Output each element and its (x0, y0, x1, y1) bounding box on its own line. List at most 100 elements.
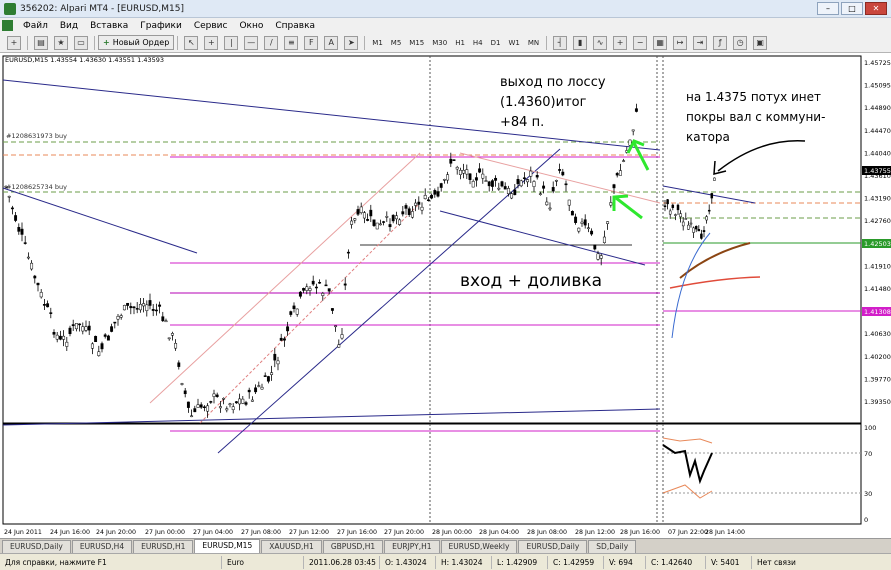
candle-body (222, 398, 226, 400)
periods-icon[interactable]: ◷ (733, 35, 748, 50)
oscillator-frame (2, 423, 862, 525)
candle-body (65, 341, 69, 347)
candle-body (238, 398, 242, 405)
toolbar-separator (27, 35, 28, 50)
tab-eurusd-weekly[interactable]: EURUSD,Weekly (440, 540, 518, 553)
templates-icon[interactable]: ▣ (753, 35, 768, 50)
close-button[interactable]: ✕ (865, 2, 887, 15)
candle-body (538, 193, 542, 195)
crosshair-icon[interactable]: ↖ (184, 35, 199, 50)
horizontal-line-icon[interactable]: — (244, 35, 259, 50)
terminal-icon[interactable]: ▭ (74, 35, 88, 50)
chart-shift-icon[interactable]: ⇥ (693, 35, 708, 50)
candle-body (279, 337, 283, 341)
menu-file[interactable]: Файл (17, 21, 54, 31)
tab-sd-daily[interactable]: SD,Daily (588, 540, 637, 553)
bar-chart-icon[interactable]: ┤ (553, 35, 568, 50)
autoscroll-icon[interactable]: ↦ (673, 35, 688, 50)
candle-body (298, 291, 302, 297)
trendline-icon[interactable]: / (264, 35, 279, 50)
zoom-in-icon[interactable]: + (613, 35, 628, 50)
tile-windows-icon[interactable]: ▦ (653, 35, 668, 50)
market-watch-icon[interactable]: ▤ (34, 35, 48, 50)
timeframe-m15[interactable]: M15 (405, 39, 428, 47)
candle-body (286, 326, 290, 332)
timeframe-m1[interactable]: M1 (368, 39, 387, 47)
candle-body (359, 206, 363, 213)
timeframe-mn[interactable]: MN (524, 39, 543, 47)
candle-body (126, 302, 130, 306)
candle-body (554, 180, 558, 182)
timeframe-m5[interactable]: M5 (387, 39, 406, 47)
candle-body (353, 218, 357, 221)
timeframe-h1[interactable]: H1 (451, 39, 469, 47)
price-axis-label: 1.40200 (864, 353, 891, 361)
tab-eurusd-h4[interactable]: EURUSD,H4 (71, 540, 133, 553)
arrow-tool-icon[interactable]: ➤ (344, 35, 359, 50)
status-profile: Euro (222, 555, 304, 569)
minimize-button[interactable]: – (817, 2, 839, 15)
cursor-cross-icon[interactable]: + (204, 35, 219, 50)
timeframe-h4[interactable]: H4 (469, 39, 487, 47)
candle-body (452, 159, 456, 161)
text-tool-icon[interactable]: A (324, 35, 339, 50)
menu-window[interactable]: Окно (233, 21, 269, 31)
candle-body (148, 300, 152, 306)
candle-body (103, 334, 107, 337)
candle-body (586, 227, 590, 230)
tab-eurusd-daily[interactable]: EURUSD,Daily (2, 540, 71, 553)
line-chart-icon[interactable]: ∿ (593, 35, 608, 50)
candle-chart-icon[interactable]: ▮ (573, 35, 588, 50)
candle-body (535, 175, 539, 178)
timeframe-w1[interactable]: W1 (504, 39, 523, 47)
candle-body (174, 343, 178, 349)
candle-body (513, 189, 517, 196)
timeframe-d1[interactable]: D1 (487, 39, 505, 47)
menu-charts[interactable]: Графики (134, 21, 188, 31)
tab-eurusd-m15[interactable]: EURUSD,M15 (194, 539, 261, 553)
candle-body (196, 404, 200, 408)
navigator-icon[interactable]: ★ (54, 35, 68, 50)
candle-body (209, 401, 213, 403)
candle-body (186, 401, 190, 408)
chart-area[interactable]: EURUSD,M15 1.43554 1.43630 1.43551 1.435… (0, 53, 891, 538)
candle-body (668, 210, 672, 215)
candle-body (681, 221, 685, 227)
tab-eurusd-h1[interactable]: EURUSD,H1 (133, 540, 194, 553)
price-axis-label: 1.44040 (864, 149, 891, 157)
indicators-icon[interactable]: ƒ (713, 35, 728, 50)
tab-eurusd-daily-2[interactable]: EURUSD,Daily (518, 540, 588, 553)
new-order-button[interactable]: + Новый Ордер (98, 35, 175, 50)
candle-body (334, 325, 338, 328)
candle-body (503, 186, 507, 190)
fibo-icon[interactable]: F (304, 35, 319, 50)
candle-body (490, 180, 494, 187)
menu-bar: Файл Вид Вставка Графики Сервис Окно Спр… (0, 18, 891, 33)
time-axis-label: 28 Jun 04:00 (479, 529, 519, 536)
menu-help[interactable]: Справка (269, 21, 321, 31)
zoom-out-icon[interactable]: − (633, 35, 648, 50)
maximize-button[interactable]: □ (841, 2, 863, 15)
annotation-right-line-2: покры вал с коммуни- (686, 110, 825, 124)
vertical-line-icon[interactable]: | (224, 35, 239, 50)
candle-body (394, 215, 398, 220)
menu-tools[interactable]: Сервис (188, 21, 234, 31)
menu-insert[interactable]: Вставка (84, 21, 134, 31)
tab-gbpusd-h1[interactable]: GBPUSD,H1 (322, 540, 384, 553)
tab-xauusd-h1[interactable]: XAUUSD,H1 (261, 540, 322, 553)
timeframe-m30[interactable]: M30 (428, 39, 451, 47)
tab-eurjpy-h1[interactable]: EURJPY,H1 (384, 540, 440, 553)
candle-body (305, 286, 309, 291)
candle-body (151, 309, 155, 311)
candle-body (218, 406, 222, 409)
toolbar: + ▤ ★ ▭ + Новый Ордер ↖ + | — / ≡ F A ➤ M… (0, 33, 891, 53)
new-chart-icon[interactable]: + (7, 35, 21, 50)
candle-body (74, 323, 78, 330)
candle-body (276, 360, 280, 365)
candle-body (478, 168, 482, 173)
chart-svg[interactable]: EURUSD,M15 1.43554 1.43630 1.43551 1.435… (0, 53, 891, 538)
candle-body (14, 215, 18, 221)
channel-icon[interactable]: ≡ (284, 35, 299, 50)
status-low: L: 1.42909 (492, 555, 548, 569)
menu-view[interactable]: Вид (54, 21, 84, 31)
